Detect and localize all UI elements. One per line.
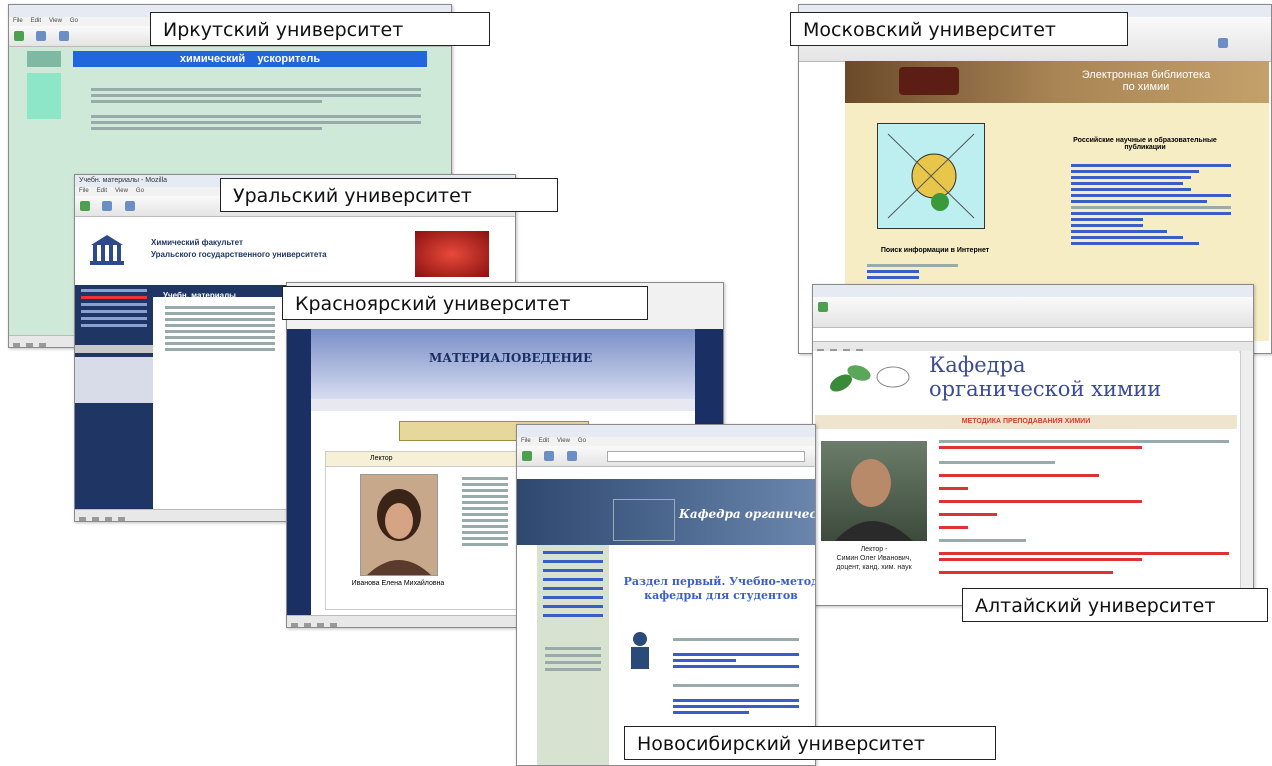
university-building-icon xyxy=(90,235,124,265)
forward-icon[interactable] xyxy=(102,201,113,211)
ural-header-image xyxy=(415,231,489,277)
moscow-right-list xyxy=(1071,161,1231,248)
lecturer-photo xyxy=(821,441,927,541)
banner-word-2: ускоритель xyxy=(257,53,321,65)
spider-icon xyxy=(887,133,975,219)
banner-word-1: химический xyxy=(179,53,246,65)
novosibirsk-header-title: Кафедра органической xyxy=(679,507,816,521)
novosibirsk-menubar: File Edit View Go xyxy=(517,437,815,446)
back-icon[interactable] xyxy=(818,302,828,312)
novosibirsk-titlebar xyxy=(517,425,815,437)
krasnoyarsk-list xyxy=(462,474,508,549)
portrait-icon xyxy=(835,459,913,541)
caption-line-2: Симин Олег Иванович, xyxy=(836,555,912,562)
krasnoyarsk-banner-bottom xyxy=(311,399,695,411)
krasnoyarsk-banner: МАТЕРИАЛОВЕДЕНИЕ xyxy=(311,329,695,399)
irkutsk-sidebar xyxy=(27,73,61,119)
lecturer-photo xyxy=(360,474,438,576)
altai-title-line2: органической химии xyxy=(929,377,1162,401)
label-ural: Уральский университет xyxy=(220,178,558,212)
altai-subtitle: МЕТОДИКА ПРЕПОДАВАНИЯ ХИМИИ xyxy=(961,418,1091,425)
reload-icon[interactable] xyxy=(58,31,69,41)
moscow-header-line2: по химии xyxy=(1122,81,1170,93)
caption-line-1: Лектор - xyxy=(860,546,888,553)
moscow-header: Электронная библиотека по химии xyxy=(845,61,1269,103)
irkutsk-banner: химический ускоритель xyxy=(73,51,427,67)
back-icon[interactable] xyxy=(522,451,532,461)
novosibirsk-sidebar xyxy=(537,545,609,765)
section-title-line2: кафедры для студентов xyxy=(644,589,798,602)
moscow-header-text: Электронная библиотека по химии xyxy=(1061,69,1231,93)
person-at-desk-icon xyxy=(625,629,655,679)
leaves-logo xyxy=(823,357,913,397)
back-icon[interactable] xyxy=(14,31,24,41)
irkutsk-logo xyxy=(27,51,61,67)
forward-icon[interactable] xyxy=(36,31,47,41)
novosibirsk-section-title: Раздел первый. Учебно-метод кафедры для … xyxy=(621,575,816,603)
altai-scrollbar[interactable] xyxy=(1240,351,1253,605)
moscow-header-line1: Электронная библиотека xyxy=(1081,69,1211,81)
label-krasnoyarsk: Красноярский университет xyxy=(282,286,648,320)
back-icon[interactable] xyxy=(80,201,90,211)
molecule-image xyxy=(613,499,675,541)
label-novosibirsk: Новосибирский университет xyxy=(624,726,996,760)
altai-photo-caption: Лектор - Симин Олег Иванович, доцент, ка… xyxy=(821,545,927,572)
krasnoyarsk-lecturer-caption: Иванова Елена Михайловна xyxy=(351,580,445,587)
label-irkutsk: Иркутский университет xyxy=(150,12,490,46)
altai-title-line1: Кафедра xyxy=(929,353,1026,377)
novosibirsk-links xyxy=(673,635,799,717)
ural-heading: Химический факультет Уральского государс… xyxy=(151,237,327,261)
ural-nav xyxy=(75,285,153,510)
leaf-icon xyxy=(830,365,910,392)
altai-titlebar xyxy=(813,285,1253,297)
portrait-icon xyxy=(367,489,431,575)
spider-image xyxy=(877,123,985,229)
label-altai: Алтайский университет xyxy=(962,588,1268,622)
moscow-list-title: Российские научные и образовательные пуб… xyxy=(1073,137,1217,151)
altai-page: Кафедра органической химии МЕТОДИКА ПРЕП… xyxy=(813,351,1253,605)
ural-section-title: Учебн. материалы xyxy=(163,291,236,300)
address-bar[interactable] xyxy=(607,451,805,462)
search-icon[interactable] xyxy=(1218,38,1228,48)
novosibirsk-window: FileEditViewGo Кафедра органической Разд… xyxy=(516,424,816,766)
altai-subtitle-bar: МЕТОДИКА ПРЕПОДАВАНИЯ ХИМИИ xyxy=(815,415,1237,429)
altai-dept-title: Кафедра органической химии xyxy=(929,353,1161,401)
caption-line-3: доцент, канд. хим. наук xyxy=(836,564,912,571)
ural-heading-line2: Уральского государственного университета xyxy=(151,250,327,259)
ural-logo xyxy=(87,233,127,267)
ural-content xyxy=(165,303,275,354)
forward-icon[interactable] xyxy=(544,451,555,461)
ural-heading-line1: Химический факультет xyxy=(151,238,243,247)
label-moscow: Московский университет xyxy=(790,12,1128,46)
novosibirsk-toolbar xyxy=(517,446,815,467)
reload-icon[interactable] xyxy=(124,201,135,211)
altai-text xyxy=(939,437,1229,577)
novosibirsk-header: Кафедра органической xyxy=(517,479,815,545)
moscow-logo xyxy=(899,67,959,95)
table-header-lecturer: Лектор xyxy=(370,455,393,462)
section-title-line1: Раздел первый. Учебно-метод xyxy=(623,575,816,588)
reload-icon[interactable] xyxy=(566,451,577,461)
moscow-caption: Поиск информации в Интернет xyxy=(880,247,990,254)
irkutsk-text xyxy=(91,85,421,133)
krasnoyarsk-banner-title: МАТЕРИАЛОВЕДЕНИЕ xyxy=(429,351,593,365)
altai-window: Кафедра органической химии МЕТОДИКА ПРЕП… xyxy=(812,284,1254,606)
novosibirsk-page: Кафедра органической Раздел первый. Учеб… xyxy=(517,479,815,765)
altai-toolbar xyxy=(813,297,1253,328)
